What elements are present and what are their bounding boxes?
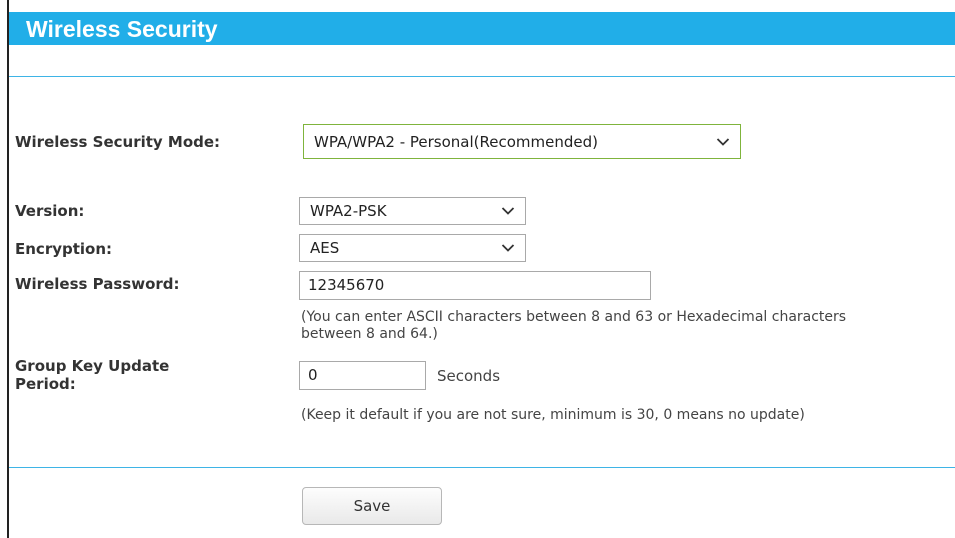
group-key-unit: Seconds — [437, 367, 501, 385]
page-frame — [7, 0, 955, 538]
chevron-down-icon — [501, 244, 515, 252]
password-label: Wireless Password: — [15, 275, 180, 293]
group-key-label-line2: Period: — [15, 375, 76, 393]
password-hint-line1: (You can enter ASCII characters between … — [301, 309, 847, 325]
chevron-down-icon — [716, 137, 730, 146]
save-button[interactable]: Save — [302, 487, 442, 525]
group-key-label-line1: Group Key Update — [15, 357, 170, 375]
bottom-divider — [9, 467, 955, 468]
security-mode-select[interactable]: WPA/WPA2 - Personal(Recommended) — [303, 124, 741, 159]
group-key-hint: (Keep it default if you are not sure, mi… — [301, 407, 805, 423]
chevron-down-icon — [501, 207, 515, 215]
encryption-select[interactable]: AES — [299, 234, 526, 262]
version-label: Version: — [15, 202, 85, 220]
password-hint-line2: between 8 and 64.) — [301, 326, 438, 342]
version-select[interactable]: WPA2-PSK — [299, 197, 526, 225]
security-mode-value: WPA/WPA2 - Personal(Recommended) — [314, 132, 599, 151]
version-value: WPA2-PSK — [310, 202, 387, 220]
top-divider — [9, 76, 955, 77]
group-key-input[interactable]: 0 — [299, 361, 426, 390]
password-input[interactable]: 12345670 — [299, 271, 651, 300]
encryption-value: AES — [310, 239, 340, 257]
encryption-label: Encryption: — [15, 240, 113, 258]
security-mode-label: Wireless Security Mode: — [15, 133, 221, 151]
page-title: Wireless Security — [26, 16, 218, 42]
